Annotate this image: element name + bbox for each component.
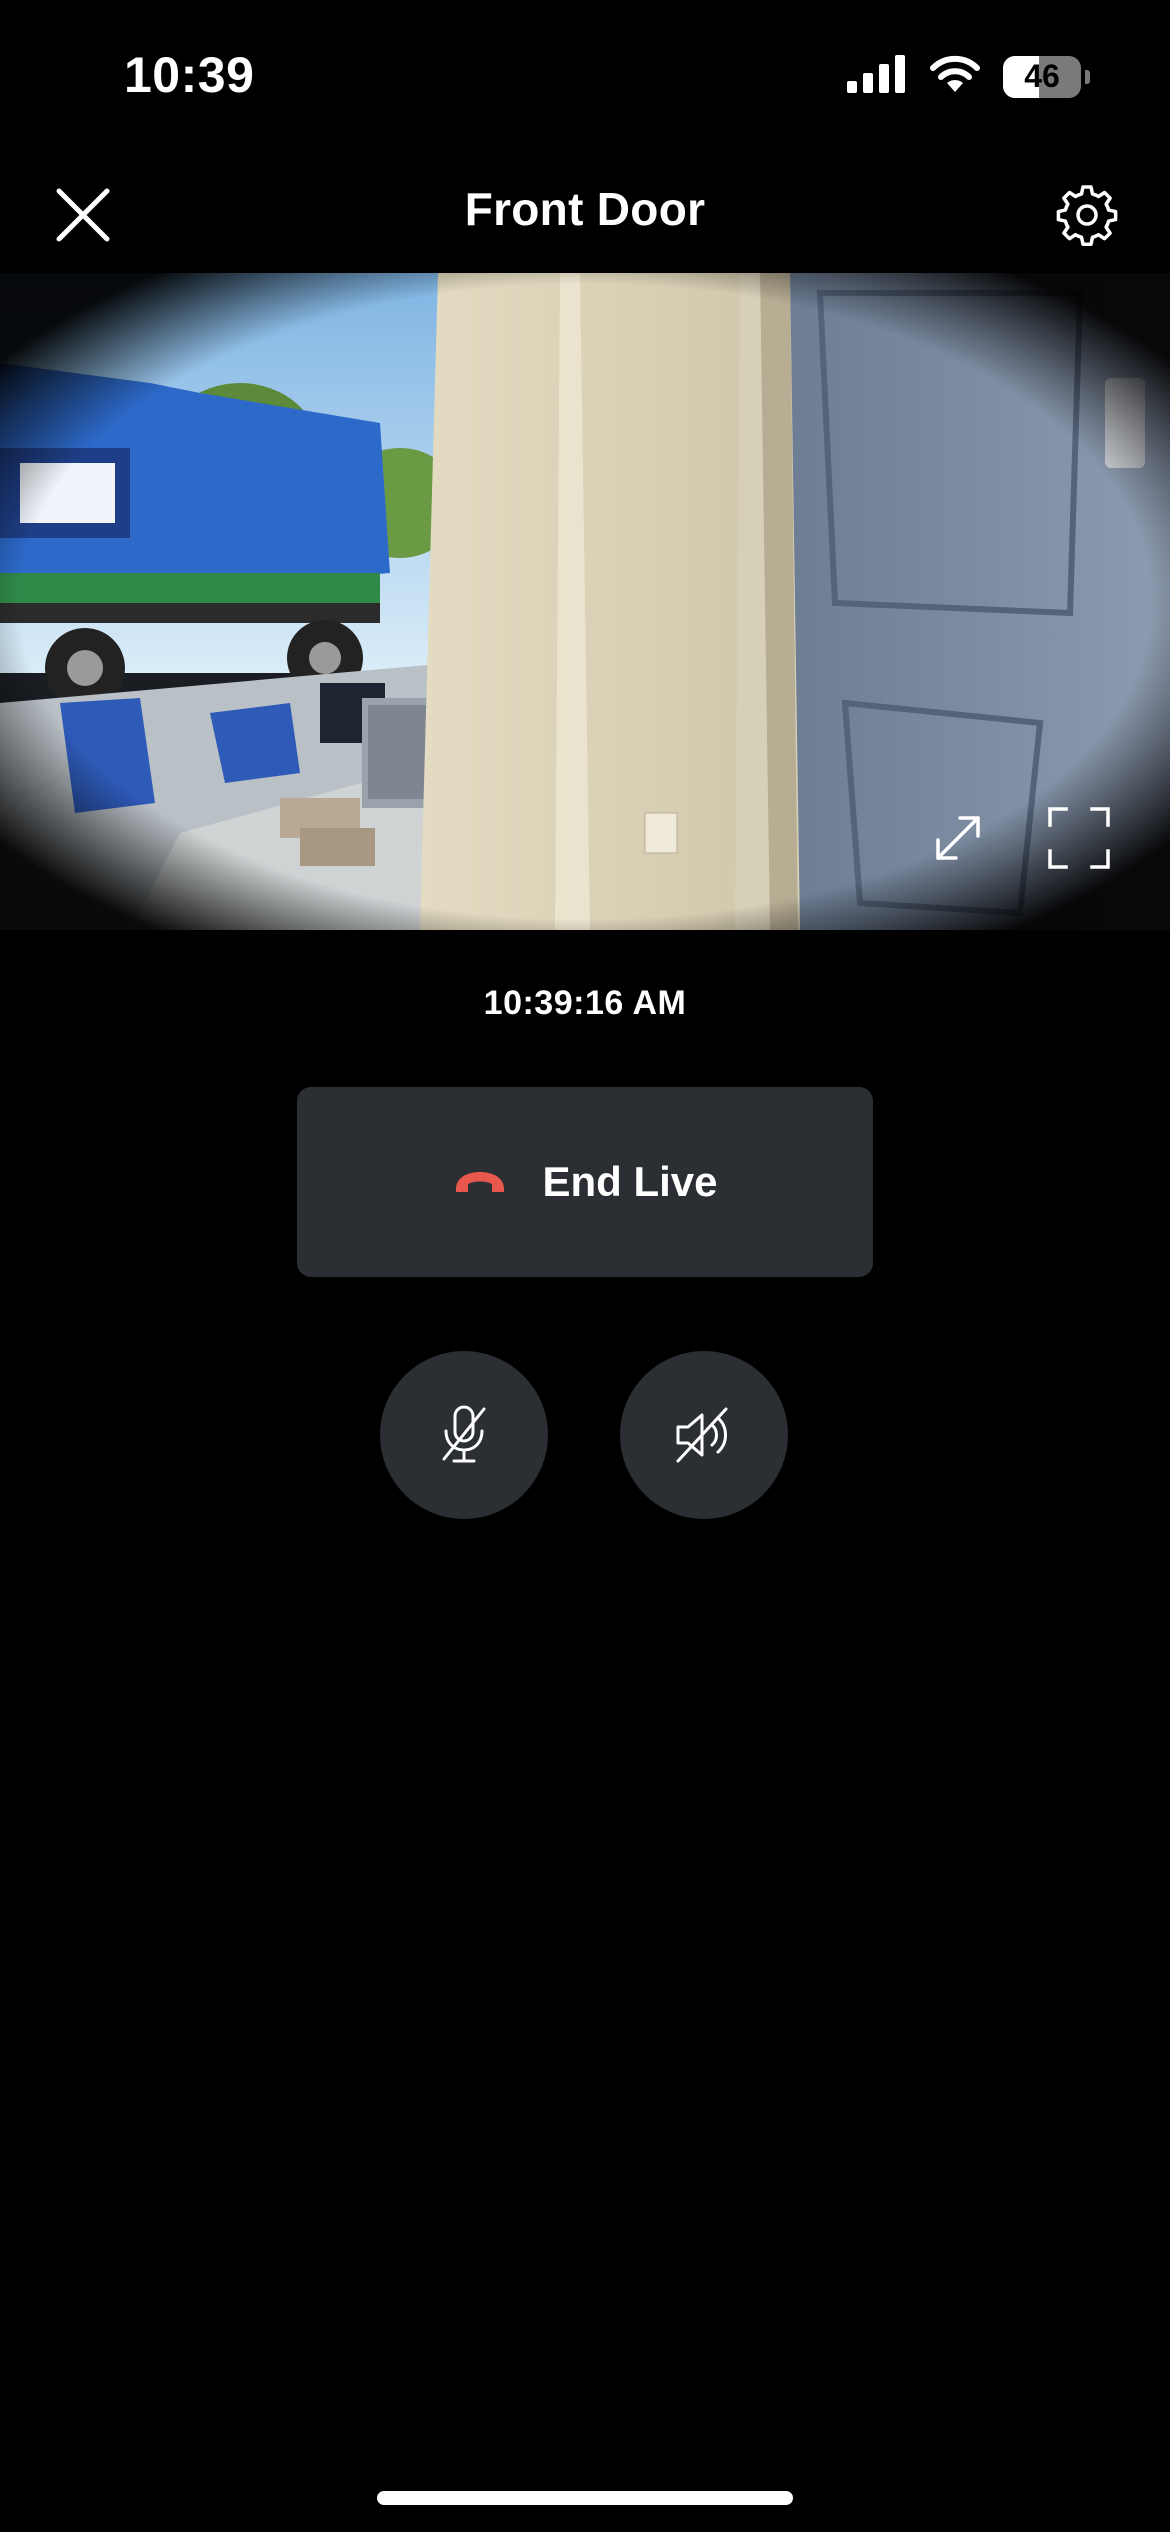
expand-button[interactable]	[922, 802, 994, 874]
phone-hangup-icon	[456, 1172, 505, 1192]
status-time: 10:39	[124, 47, 255, 103]
home-indicator[interactable]	[377, 2491, 793, 2505]
battery-level: 46	[1024, 58, 1060, 94]
header: Front Door	[0, 160, 1170, 270]
status-icons: 46	[847, 54, 1090, 99]
fullscreen-button[interactable]	[1043, 802, 1115, 874]
battery-nub	[1085, 69, 1090, 84]
battery-icon: 46	[1003, 55, 1081, 98]
speaker-toggle-button[interactable]	[620, 1351, 788, 1519]
status-bar: 10:39 46	[0, 0, 1170, 150]
expand-icon	[936, 816, 980, 860]
settings-button[interactable]	[1046, 174, 1128, 256]
speaker-muted-icon	[676, 1407, 728, 1463]
live-video-feed[interactable]	[0, 273, 1170, 930]
camera-view	[0, 273, 1170, 930]
microphone-muted-icon	[442, 1405, 486, 1463]
fullscreen-icon	[1048, 807, 1110, 869]
page-title: Front Door	[464, 183, 706, 235]
microphone-toggle-button[interactable]	[380, 1351, 548, 1519]
cellular-signal-icon	[847, 55, 907, 98]
wifi-icon	[929, 54, 981, 99]
video-timestamp: 10:39:16 AM	[483, 984, 687, 1022]
end-live-label: End Live	[542, 1158, 718, 1205]
end-live-button[interactable]: End Live	[297, 1087, 873, 1277]
gear-icon	[1056, 185, 1118, 246]
